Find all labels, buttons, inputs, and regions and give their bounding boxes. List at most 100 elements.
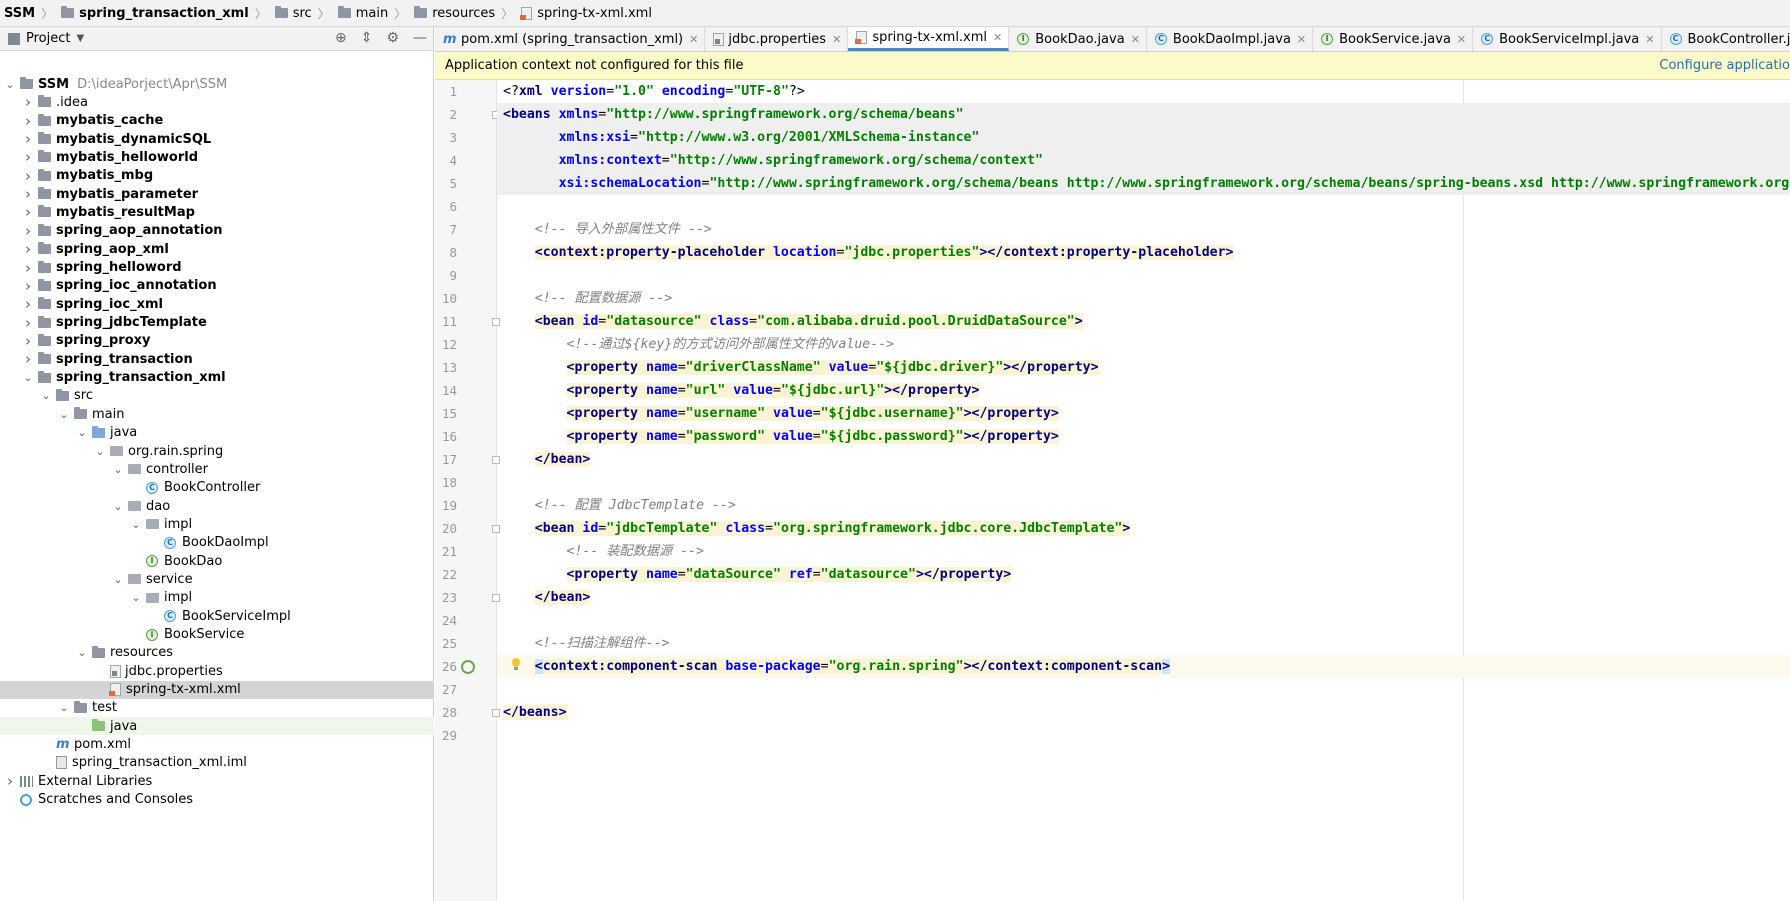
tree-item[interactable]: › spring_aop_xml: [0, 240, 434, 258]
collapse-all-icon[interactable]: ⇕: [361, 30, 373, 46]
tree-item[interactable]: › mybatis_helloworld: [0, 148, 434, 166]
chevron-right-icon[interactable]: ›: [22, 148, 34, 166]
breadcrumb-item[interactable]: spring-tx-xml.xml: [517, 6, 656, 21]
tree-item[interactable]: › mybatis_parameter: [0, 185, 434, 203]
chevron-down-icon[interactable]: ⌄: [22, 371, 34, 384]
close-icon[interactable]: ✕: [1645, 33, 1654, 46]
chevron-down-icon[interactable]: ⌄: [112, 500, 124, 513]
chevron-down-icon[interactable]: ⌄: [4, 78, 16, 91]
tree-item[interactable]: › spring_aop_annotation: [0, 222, 434, 240]
tree-item[interactable]: ⌄ controller: [0, 460, 434, 478]
chevron-down-icon[interactable]: ⌄: [76, 646, 88, 659]
chevron-down-icon[interactable]: ⌄: [58, 701, 70, 714]
tree-item[interactable]: ⌄ impl: [0, 589, 434, 607]
close-icon[interactable]: ✕: [993, 31, 1002, 44]
tree-item[interactable]: › spring_jdbcTemplate: [0, 314, 434, 332]
tree-item[interactable]: jdbc.properties: [0, 662, 434, 680]
tree-item[interactable]: › spring_transaction: [0, 350, 434, 368]
tree-item[interactable]: m pom.xml: [0, 736, 434, 754]
chevron-right-icon[interactable]: ›: [22, 314, 34, 332]
chevron-right-icon[interactable]: ›: [22, 112, 34, 130]
tree-item[interactable]: › spring_ioc_annotation: [0, 277, 434, 295]
breadcrumb-item[interactable]: spring_transaction_xml 〉: [57, 5, 271, 22]
tree-item[interactable]: ⌄ SSM D:\ideaPorject\Apr\SSM: [0, 75, 434, 93]
tree-item[interactable]: ⌄ java: [0, 424, 434, 442]
chevron-right-icon[interactable]: ›: [4, 772, 16, 790]
tree-item[interactable]: › External Libraries: [0, 772, 434, 790]
editor-tab[interactable]: I BookService.java ✕: [1313, 27, 1474, 51]
breadcrumb-item[interactable]: src 〉: [271, 5, 334, 22]
tree-item[interactable]: › mybatis_dynamicSQL: [0, 130, 434, 148]
chevron-right-icon[interactable]: ›: [22, 332, 34, 350]
locate-icon[interactable]: ⊕: [335, 30, 347, 46]
tree-item[interactable]: ⌄ impl: [0, 515, 434, 533]
tree-item[interactable]: I BookService: [0, 626, 434, 644]
tree-item[interactable]: ⌄ service: [0, 570, 434, 588]
tree-item[interactable]: ⌄ test: [0, 699, 434, 717]
tree-item[interactable]: ⌄ resources: [0, 644, 434, 662]
chevron-right-icon[interactable]: ›: [22, 222, 34, 240]
close-icon[interactable]: ✕: [689, 33, 698, 46]
tree-item[interactable]: C BookController: [0, 479, 434, 497]
chevron-down-icon[interactable]: ⌄: [94, 445, 106, 458]
code-editor[interactable]: <?xml version="1.0" encoding="UTF-8"?> <b…: [497, 80, 1790, 901]
chevron-down-icon[interactable]: ⌄: [130, 518, 142, 531]
tree-item[interactable]: ⌄ org.rain.spring: [0, 442, 434, 460]
chevron-right-icon[interactable]: ›: [22, 203, 34, 221]
lightbulb-icon[interactable]: [510, 658, 522, 672]
gear-icon[interactable]: ⚙: [386, 30, 399, 46]
tree-item[interactable]: spring_transaction_xml.iml: [0, 754, 434, 772]
minimize-icon[interactable]: —: [413, 30, 427, 46]
breadcrumb-item[interactable]: SSM 〉: [0, 5, 57, 22]
editor-tab[interactable]: jdbc.properties ✕: [705, 27, 849, 51]
editor-tab[interactable]: C BookServiceImpl.java ✕: [1473, 27, 1662, 51]
editor-tab[interactable]: I BookDao.java ✕: [1009, 27, 1147, 51]
chevron-right-icon[interactable]: ›: [22, 167, 34, 185]
chevron-right-icon[interactable]: ›: [22, 185, 34, 203]
chevron-down-icon[interactable]: ⌄: [40, 389, 52, 402]
close-icon[interactable]: ✕: [1297, 33, 1306, 46]
tree-item[interactable]: › .idea: [0, 93, 434, 111]
chevron-down-icon[interactable]: ⌄: [112, 463, 124, 476]
tree-item[interactable]: › mybatis_resultMap: [0, 203, 434, 221]
chevron-right-icon[interactable]: ›: [22, 130, 34, 148]
tree-item[interactable]: C BookDaoImpl: [0, 534, 434, 552]
close-icon[interactable]: ✕: [1131, 33, 1140, 46]
tree-item[interactable]: › mybatis_cache: [0, 112, 434, 130]
tree-item[interactable]: › mybatis_mbg: [0, 167, 434, 185]
project-panel-title[interactable]: Project: [26, 31, 70, 46]
tree-item[interactable]: ⌄ spring_transaction_xml: [0, 369, 434, 387]
tree-item[interactable]: ⌄ src: [0, 387, 434, 405]
editor-tab[interactable]: C BookDaoImpl.java ✕: [1147, 27, 1314, 51]
tree-item[interactable]: ⌄ dao: [0, 497, 434, 515]
chevron-right-icon[interactable]: ›: [22, 295, 34, 313]
editor-tab[interactable]: spring-tx-xml.xml ✕: [848, 27, 1010, 51]
tree-item[interactable]: › spring_proxy: [0, 332, 434, 350]
chevron-right-icon[interactable]: ›: [22, 259, 34, 277]
spring-bean-icon[interactable]: [461, 660, 475, 674]
chevron-down-icon[interactable]: ⌄: [112, 573, 124, 586]
tree-item[interactable]: spring-tx-xml.xml: [0, 680, 434, 699]
chevron-right-icon[interactable]: ›: [22, 277, 34, 295]
tree-item[interactable]: java: [0, 717, 434, 736]
tree-item[interactable]: Scratches and Consoles: [0, 791, 434, 809]
chevron-down-icon[interactable]: ⌄: [130, 591, 142, 604]
chevron-right-icon[interactable]: ›: [22, 93, 34, 111]
tree-item[interactable]: C BookServiceImpl: [0, 607, 434, 625]
editor-tab[interactable]: CBookController.java✕: [1662, 27, 1790, 51]
close-icon[interactable]: ✕: [1457, 33, 1466, 46]
editor-tab[interactable]: m pom.xml (spring_transaction_xml) ✕: [435, 27, 706, 51]
tree-item[interactable]: › spring_ioc_xml: [0, 295, 434, 313]
close-icon[interactable]: ✕: [832, 33, 841, 46]
tree-item[interactable]: ⌄ main: [0, 405, 434, 423]
tree-item[interactable]: I BookDao: [0, 552, 434, 570]
chevron-down-icon[interactable]: ⌄: [76, 426, 88, 439]
chevron-right-icon[interactable]: ›: [22, 240, 34, 258]
chevron-right-icon[interactable]: ›: [22, 350, 34, 368]
tree-item[interactable]: › spring_helloword: [0, 259, 434, 277]
chevron-down-icon[interactable]: ▼: [76, 33, 84, 44]
configure-application-link[interactable]: Configure applicatio: [1659, 58, 1790, 73]
chevron-down-icon[interactable]: ⌄: [58, 408, 70, 421]
breadcrumb-item[interactable]: resources 〉: [410, 5, 517, 22]
breadcrumb-item[interactable]: main 〉: [334, 5, 411, 22]
